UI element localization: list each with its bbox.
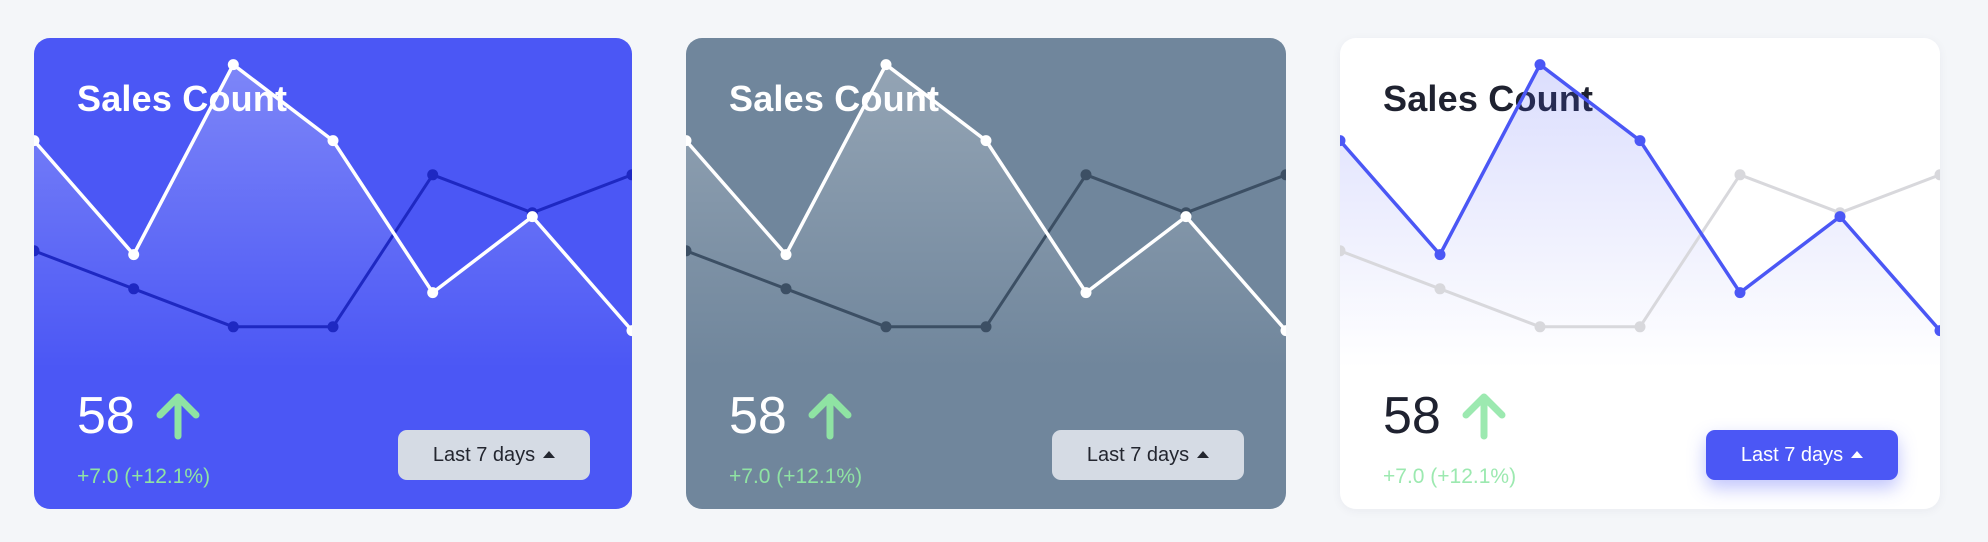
value-row: 58 (1383, 390, 1507, 442)
primary-series-point[interactable] (1434, 249, 1446, 261)
secondary-series-point[interactable] (880, 321, 892, 333)
primary-series-point[interactable] (327, 135, 339, 147)
primary-series-point[interactable] (1534, 59, 1546, 71)
primary-series-point[interactable] (1734, 287, 1746, 299)
delta-text: +7.0 (+12.1%) (77, 465, 211, 488)
primary-series-point[interactable] (1634, 135, 1646, 147)
sales-count-card-blue: Sales Count 58 +7.0 (+12.1%) Last 7 days (34, 38, 632, 509)
caret-up-icon (1197, 450, 1210, 458)
secondary-series-point[interactable] (626, 169, 633, 181)
date-range-button[interactable]: Last 7 days (1052, 430, 1244, 480)
sales-count-card-slate: Sales Count 58 +7.0 (+12.1%) Last 7 days (686, 38, 1286, 509)
delta-text: +7.0 (+12.1%) (729, 465, 863, 488)
primary-series-point[interactable] (880, 59, 892, 71)
arrow-up-icon (1462, 393, 1506, 440)
value-row: 58 (729, 390, 853, 442)
date-range-label: Last 7 days (432, 443, 536, 466)
primary-series-point[interactable] (128, 249, 140, 261)
secondary-series-point[interactable] (427, 169, 439, 181)
secondary-series-point[interactable] (1534, 321, 1546, 333)
date-range-button[interactable]: Last 7 days (398, 430, 590, 480)
secondary-series-point[interactable] (227, 321, 239, 333)
caret-up-icon (1851, 450, 1864, 458)
primary-series-point[interactable] (980, 135, 992, 147)
date-range-label: Last 7 days (1086, 443, 1190, 466)
sales-count-value: 58 (729, 387, 787, 445)
delta-text: +7.0 (+12.1%) (1383, 465, 1517, 488)
arrow-up-icon (156, 393, 200, 440)
primary-series-point[interactable] (780, 249, 792, 261)
sales-count-value: 58 (1383, 387, 1441, 445)
secondary-series-point[interactable] (780, 283, 792, 295)
secondary-series-point[interactable] (327, 321, 339, 333)
date-range-label: Last 7 days (1740, 443, 1844, 466)
secondary-series-point[interactable] (980, 321, 992, 333)
primary-series-point[interactable] (1180, 211, 1192, 223)
secondary-series-point[interactable] (128, 283, 140, 295)
primary-series-point[interactable] (227, 59, 239, 71)
secondary-series-point[interactable] (1734, 169, 1746, 181)
caret-up-icon (543, 450, 556, 458)
date-range-button[interactable]: Last 7 days (1706, 430, 1898, 480)
sales-count-value: 58 (77, 387, 135, 445)
secondary-series-point[interactable] (1634, 321, 1646, 333)
primary-series-point[interactable] (1834, 211, 1846, 223)
secondary-series-point[interactable] (1434, 283, 1446, 295)
value-row: 58 (77, 390, 201, 442)
sales-count-card-white: Sales Count 58 +7.0 (+12.1%) Last 7 days (1340, 38, 1940, 509)
arrow-up-icon (808, 393, 852, 440)
primary-series-point[interactable] (427, 287, 439, 299)
secondary-series-point[interactable] (1280, 169, 1287, 181)
secondary-series-point[interactable] (1080, 169, 1092, 181)
secondary-series-point[interactable] (1934, 169, 1941, 181)
primary-series-point[interactable] (526, 211, 538, 223)
primary-series-point[interactable] (1080, 287, 1092, 299)
